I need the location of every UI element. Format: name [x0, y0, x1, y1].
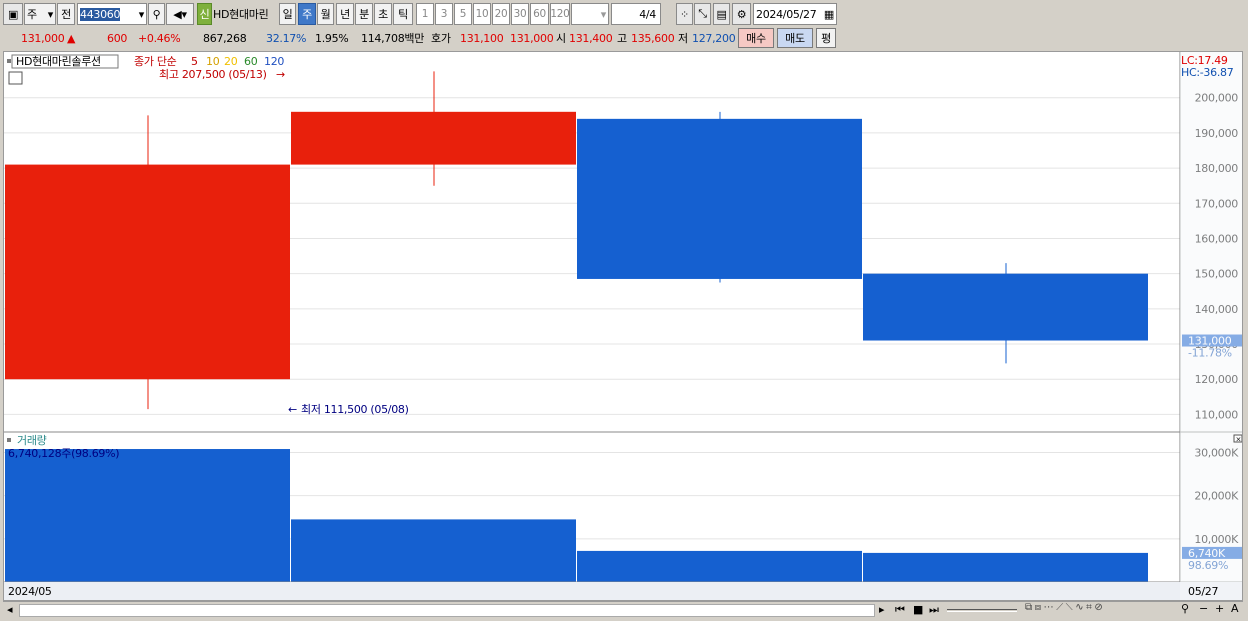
chevron-down-icon: ▾: [47, 7, 54, 21]
interval-button-1[interactable]: 3: [435, 3, 453, 25]
arrow-left-icon: ←: [288, 403, 297, 416]
save-icon[interactable]: ▤: [713, 3, 730, 25]
x-axis-end: 05/27: [1188, 585, 1219, 598]
legend-bullet-icon: [7, 59, 11, 63]
scroll-right-icon[interactable]: ▸: [879, 603, 885, 616]
vol-bullet-icon: [7, 438, 11, 442]
code-input[interactable]: 443060 ▾: [77, 3, 147, 25]
chart-svg[interactable]: 30,000K20,000K10,000K6,740K98.69% 200,00…: [4, 52, 1243, 600]
period-tab-2[interactable]: 월: [317, 3, 334, 25]
link-icon[interactable]: ⁘: [676, 3, 693, 25]
interval-button-0[interactable]: 1: [416, 3, 434, 25]
interval-button-6[interactable]: 60: [530, 3, 549, 25]
arrow-right-icon: →: [276, 68, 285, 81]
quote-change: 600: [107, 31, 128, 45]
quote-volume-pct: 32.17%: [266, 31, 307, 45]
speaker-icon[interactable]: ◀▾: [166, 3, 194, 25]
stock-name: HD현대마린: [213, 8, 269, 21]
open-label: 시: [556, 32, 566, 45]
rewind-icon[interactable]: ⏮: [895, 603, 905, 617]
volume-bar[interactable]: [577, 550, 862, 582]
period-tab-3[interactable]: 년: [336, 3, 354, 25]
tools-icon[interactable]: ⧉ ⧈ ⋯ ⟋ ⟍ ∿ ⌗ ⊘: [1025, 602, 1103, 613]
forward-icon[interactable]: ⏭: [929, 603, 939, 617]
vol-title: 거래량: [17, 434, 47, 447]
font-icon[interactable]: A: [1231, 602, 1239, 615]
ma-period-label: 20: [224, 55, 238, 68]
period-tab-1[interactable]: 주: [298, 3, 316, 25]
candle-body[interactable]: [5, 164, 290, 380]
buy-button[interactable]: 매수: [738, 28, 774, 48]
crosshair-icon[interactable]: ⤡: [694, 3, 711, 25]
bottom-toolbar: ◂ ▸ ⏮ ■ ⏭ ⧉ ⧈ ⋯ ⟋ ⟍ ∿ ⌗ ⊘ ⚲ − + A: [3, 601, 1243, 619]
interval-button-2[interactable]: 5: [454, 3, 472, 25]
legend-stock-name: HD현대마린솔루션: [16, 55, 101, 68]
quote-price: 131,000: [21, 31, 65, 45]
candle-body[interactable]: [863, 273, 1148, 341]
x-axis-band: [4, 582, 1242, 600]
zoom-icon[interactable]: ⚲: [1181, 602, 1189, 615]
candle-body[interactable]: [577, 118, 862, 279]
period-tab-6[interactable]: 틱: [393, 3, 413, 25]
screen-icon[interactable]: ▣: [3, 3, 23, 25]
quote-low: 127,200: [692, 31, 736, 45]
scroll-track[interactable]: [19, 604, 875, 617]
quote-turnover: 1.95%: [315, 31, 349, 45]
high-label: 고: [617, 32, 627, 45]
volume-bar[interactable]: [863, 552, 1148, 582]
hc-label: HC:-36.87: [1181, 66, 1234, 79]
quote-high: 135,600: [631, 31, 675, 45]
chevron-down-icon: ▾: [138, 7, 145, 21]
avg-button[interactable]: 평: [816, 28, 836, 48]
volume-bar[interactable]: [291, 519, 576, 582]
quote-volume: 867,268: [203, 31, 247, 45]
new-badge: 신: [197, 3, 212, 25]
plus-icon[interactable]: +: [1215, 602, 1224, 615]
ma-period-label: 120: [264, 55, 284, 68]
interval-button-3[interactable]: 10: [473, 3, 491, 25]
vol-note: 6,740,128주(98.69%): [8, 447, 119, 460]
volume-bar[interactable]: [5, 449, 290, 582]
scroll-left-icon[interactable]: ◂: [7, 603, 13, 616]
ma-period-label: 5: [191, 55, 198, 68]
candle-body[interactable]: [291, 111, 576, 165]
chart-panel[interactable]: 30,000K20,000K10,000K6,740K98.69% 200,00…: [3, 51, 1243, 601]
quote-bar: 131,000 ▲ 600 +0.46% 867,268 32.17% 1.95…: [3, 28, 1248, 48]
up-triangle-icon: ▲: [67, 31, 76, 45]
interval-button-4[interactable]: 20: [492, 3, 510, 25]
quote-ask: 131,000: [510, 31, 554, 45]
x-axis-start: 2024/05: [8, 585, 52, 598]
y-axis-band: [1180, 52, 1242, 600]
interval-custom[interactable]: ▾: [571, 3, 609, 25]
legend-ma-title: 종가 단순: [134, 55, 177, 68]
zoom-slider[interactable]: [947, 609, 1017, 612]
interval-button-5[interactable]: 30: [511, 3, 529, 25]
stop-icon[interactable]: ■: [913, 603, 923, 616]
calendar-icon: ▦: [823, 7, 834, 21]
quote-change-pct: +0.46%: [138, 31, 181, 45]
page-field[interactable]: 4/4: [611, 3, 661, 25]
date-field[interactable]: 2024/05/27 ▦: [753, 3, 837, 25]
table-icon[interactable]: [8, 71, 23, 85]
market-select[interactable]: 주 ▾: [24, 3, 56, 25]
ma-period-label: 10: [206, 55, 220, 68]
period-tab-0[interactable]: 일: [279, 3, 296, 25]
high-note: 최고 207,500 (05/13): [159, 68, 267, 81]
period-tab-5[interactable]: 초: [374, 3, 392, 25]
prev-button[interactable]: 전: [57, 3, 75, 25]
quote-open: 131,400: [569, 31, 613, 45]
bid-label: 호가: [431, 32, 451, 45]
interval-button-7[interactable]: 120: [550, 3, 570, 25]
period-tab-4[interactable]: 분: [355, 3, 373, 25]
gear-icon[interactable]: ⚙: [732, 3, 751, 25]
quote-bid: 131,100: [460, 31, 504, 45]
ma-period-label: 60: [244, 55, 258, 68]
quote-amount: 114,708백만: [361, 32, 425, 45]
low-note: 최저 111,500 (05/08): [301, 403, 409, 416]
minus-icon[interactable]: −: [1199, 602, 1208, 615]
search-icon[interactable]: ⚲: [148, 3, 165, 25]
close-glyph: ×: [1236, 436, 1242, 444]
sell-button[interactable]: 매도: [777, 28, 813, 48]
low-label: 저: [678, 32, 688, 45]
